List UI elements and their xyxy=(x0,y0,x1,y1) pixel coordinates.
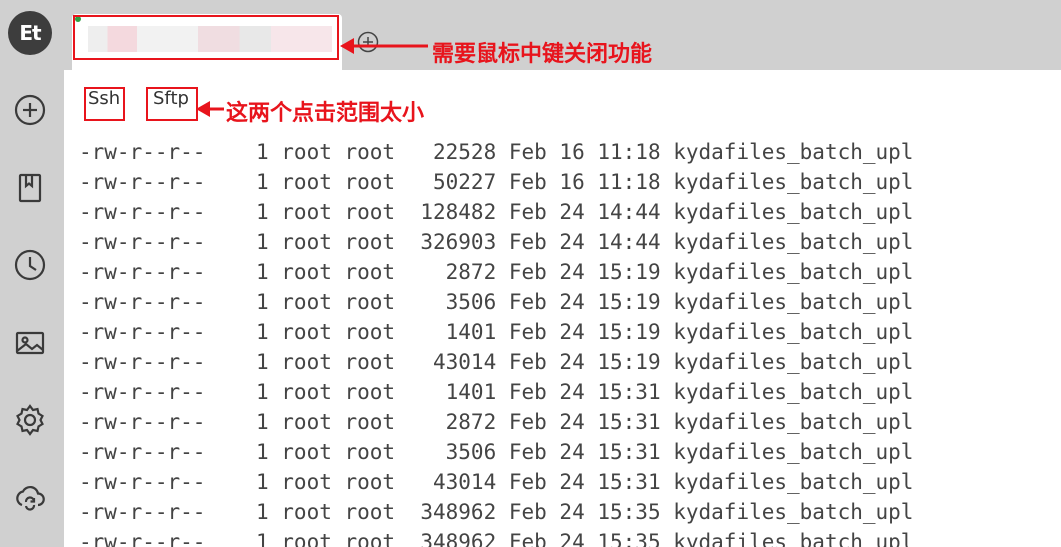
cloud-sync-icon[interactable] xyxy=(10,477,50,517)
bookmark-icon[interactable] xyxy=(10,168,50,208)
settings-icon[interactable] xyxy=(10,400,50,440)
terminal-panel: Ssh Sftp -rw-r--r-- 1 root root 22528 Fe… xyxy=(64,70,1061,547)
sidebar: Et xyxy=(0,0,64,547)
terminal-row: -rw-r--r-- 1 root root 2872 Feb 24 15:31… xyxy=(79,410,914,434)
terminal-row: -rw-r--r-- 1 root root 43014 Feb 24 15:3… xyxy=(79,470,914,494)
app-logo: Et xyxy=(8,11,52,55)
annotation-middle-click: 需要鼠标中键关闭功能 xyxy=(432,42,653,67)
terminal-row: -rw-r--r-- 1 root root 326903 Feb 24 14:… xyxy=(79,230,914,254)
terminal-row: -rw-r--r-- 1 root root 3506 Feb 24 15:19… xyxy=(79,290,914,314)
terminal-row: -rw-r--r-- 1 root root 2872 Feb 24 15:19… xyxy=(79,260,914,284)
image-icon[interactable] xyxy=(10,323,50,363)
terminal-row: -rw-r--r-- 1 root root 22528 Feb 16 11:1… xyxy=(79,140,914,164)
terminal-row: -rw-r--r-- 1 root root 348962 Feb 24 15:… xyxy=(79,500,914,524)
terminal-row: -rw-r--r-- 1 root root 1401 Feb 24 15:31… xyxy=(79,380,914,404)
tab-title xyxy=(88,26,332,52)
annotation-small-target: 这两个点击范围太小 xyxy=(226,101,425,126)
terminal-output: -rw-r--r-- 1 root root 22528 Feb 16 11:1… xyxy=(79,137,913,547)
history-icon[interactable] xyxy=(10,245,50,285)
subtab-ssh[interactable]: Ssh xyxy=(88,88,120,109)
terminal-row: -rw-r--r-- 1 root root 128482 Feb 24 14:… xyxy=(79,200,914,224)
subtab-sftp[interactable]: Sftp xyxy=(153,88,189,109)
terminal-row: -rw-r--r-- 1 root root 3506 Feb 24 15:31… xyxy=(79,440,914,464)
connection-status-dot xyxy=(75,16,81,22)
session-tab[interactable] xyxy=(72,14,342,70)
annotation-arrow-2 xyxy=(196,101,224,117)
app-window: Et Ssh Sftp -rw-r--r-- 1 root root 22528… xyxy=(0,0,1061,547)
terminal-row: -rw-r--r-- 1 root root 1401 Feb 24 15:19… xyxy=(79,320,914,344)
terminal-row: -rw-r--r-- 1 root root 348962 Feb 24 15:… xyxy=(79,530,914,547)
add-icon[interactable] xyxy=(10,90,50,130)
annotation-arrow-1 xyxy=(340,38,428,54)
terminal-row: -rw-r--r-- 1 root root 50227 Feb 16 11:1… xyxy=(79,170,914,194)
terminal-row: -rw-r--r-- 1 root root 43014 Feb 24 15:1… xyxy=(79,350,914,374)
